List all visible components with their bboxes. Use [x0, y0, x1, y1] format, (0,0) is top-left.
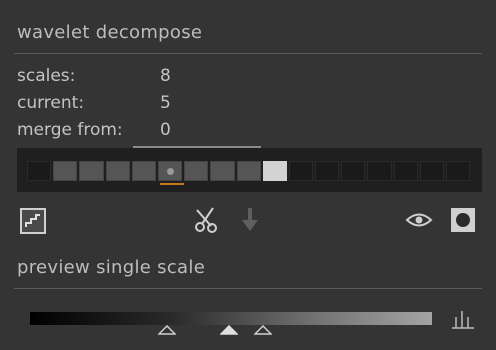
scale-cell[interactable]: [288, 161, 314, 181]
slider-marker-icon[interactable]: [220, 325, 238, 335]
scale-cell[interactable]: [262, 161, 287, 181]
arrow-down-icon[interactable]: [240, 207, 260, 233]
scale-cell[interactable]: [446, 161, 471, 181]
mask-icon[interactable]: [450, 207, 476, 233]
slider-marker-icon[interactable]: [254, 325, 272, 335]
preview-gradient-slider[interactable]: [30, 312, 432, 325]
wavelet-decompose-title: wavelet decompose: [17, 22, 203, 43]
merge-row: merge from: 0: [17, 120, 171, 140]
scale-cell[interactable]: [184, 161, 209, 181]
scale-cell[interactable]: [79, 161, 104, 181]
scale-cells: [27, 161, 472, 181]
scales-row: scales: 8: [17, 66, 171, 86]
scale-cell[interactable]: [419, 161, 444, 181]
current-label: current:: [17, 93, 85, 113]
scale-cell[interactable]: [131, 161, 156, 181]
histogram-icon[interactable]: [449, 308, 477, 330]
current-scale-dot: [166, 168, 174, 175]
scales-value: 8: [160, 66, 171, 86]
scale-cell[interactable]: [341, 161, 366, 181]
scale-cell[interactable]: [157, 161, 183, 181]
slider-marker-icon[interactable]: [158, 325, 176, 335]
title-divider: [14, 53, 482, 54]
scale-cell[interactable]: [105, 161, 130, 181]
scale-cell[interactable]: [236, 161, 261, 181]
scale-cell[interactable]: [27, 161, 52, 181]
current-scale-underline: [160, 183, 184, 185]
scales-label: scales:: [17, 66, 76, 86]
scale-cell[interactable]: [53, 161, 78, 181]
preview-single-scale-title: preview single scale: [17, 257, 206, 278]
scissors-icon[interactable]: [193, 206, 219, 234]
eye-icon[interactable]: [405, 210, 433, 230]
merge-label: merge from:: [17, 120, 123, 140]
current-row: current: 5: [17, 93, 171, 113]
scale-cell[interactable]: [367, 161, 392, 181]
steps-icon[interactable]: [20, 208, 46, 234]
preview-divider: [14, 288, 482, 289]
current-value: 5: [160, 93, 171, 113]
scale-cell[interactable]: [210, 161, 235, 181]
merge-value: 0: [160, 120, 171, 140]
scale-cell[interactable]: [393, 161, 418, 181]
scale-strip[interactable]: [17, 148, 482, 192]
scale-cell[interactable]: [315, 161, 340, 181]
